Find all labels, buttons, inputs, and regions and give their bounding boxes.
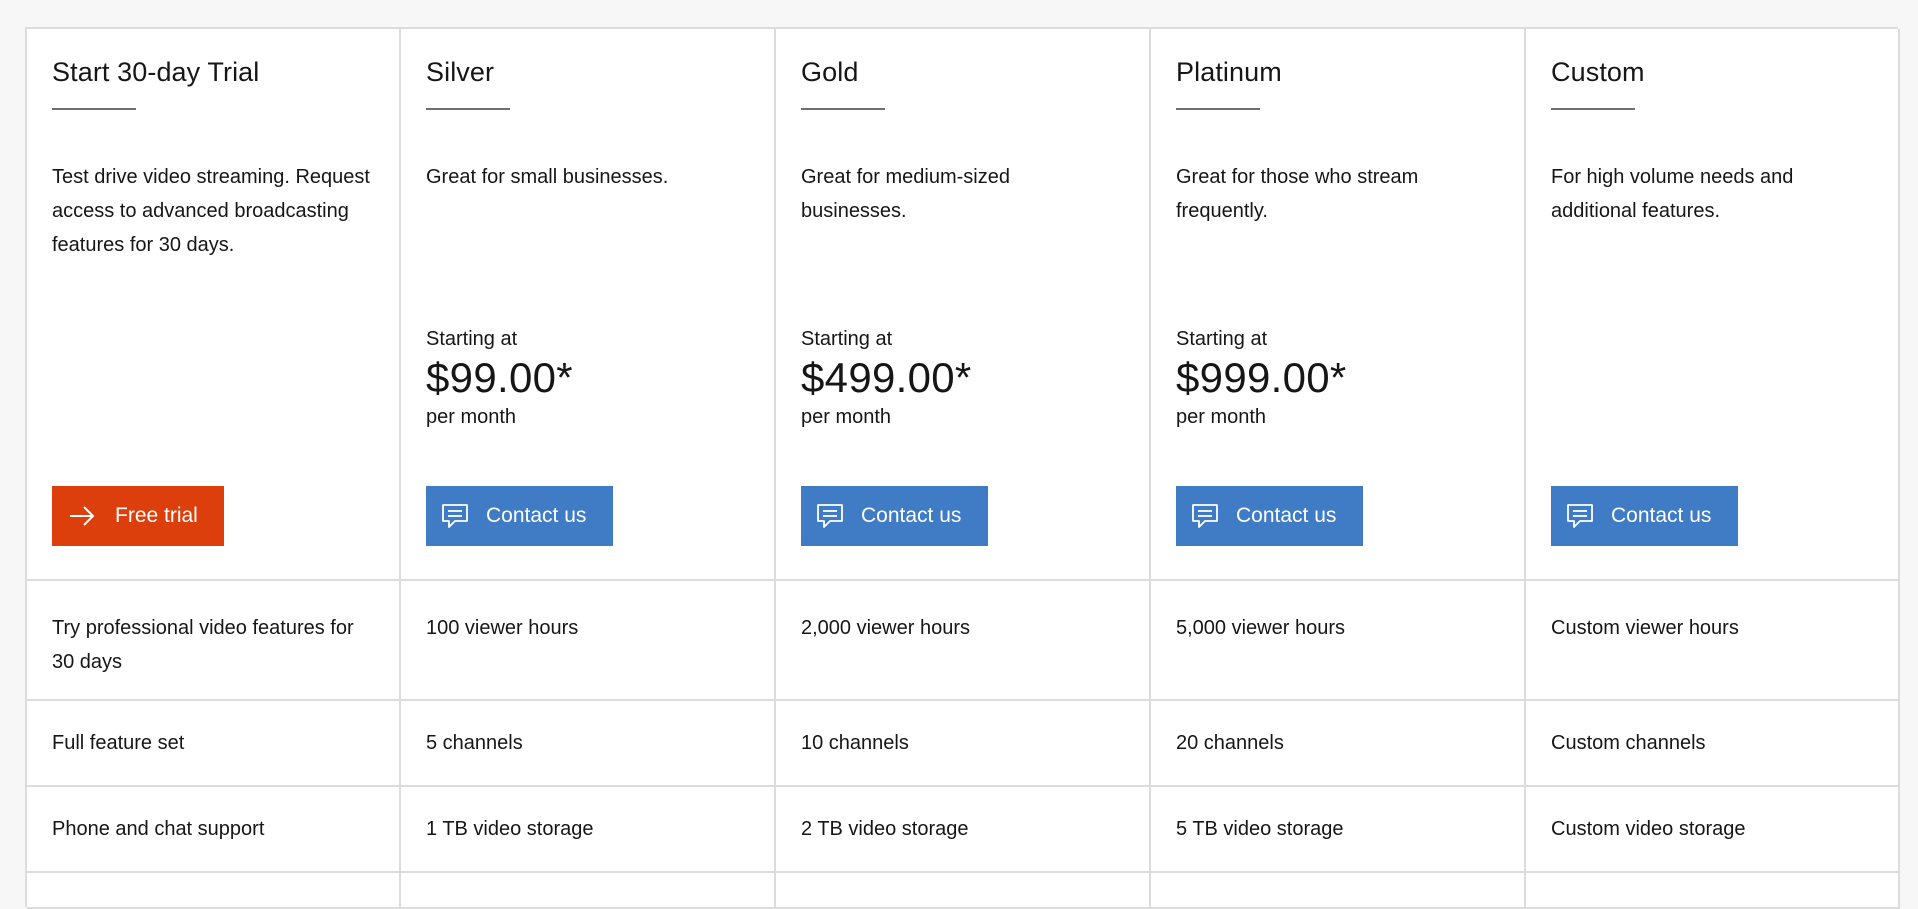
price-block: Starting at $999.00* per month xyxy=(1176,325,1347,431)
feature-cell: 10 channels xyxy=(776,701,1151,787)
feature-cell: 2 TB video storage xyxy=(776,787,1151,873)
plan-description: Great for medium-sized businesses. xyxy=(801,166,1010,222)
feature-cell: 5 TB video storage xyxy=(1151,787,1526,873)
feature-cell: 5 channels xyxy=(401,701,776,787)
plan-card-gold: Gold Great for medium-sized businesses. … xyxy=(776,29,1151,581)
feature-cell xyxy=(27,873,401,909)
chat-icon xyxy=(1566,502,1594,530)
price-block: Starting at $499.00* per month xyxy=(801,325,972,431)
starting-at-label: Starting at xyxy=(1176,328,1268,350)
feature-cell xyxy=(1526,873,1900,909)
price-block: Starting at $99.00* per month xyxy=(426,325,573,431)
plan-card-platinum: Platinum Great for those who stream freq… xyxy=(1151,29,1526,581)
contact-us-label: Contact us xyxy=(1611,504,1712,527)
title-divider xyxy=(52,108,136,110)
title-divider xyxy=(1551,108,1635,110)
plan-title: Start 30-day Trial xyxy=(52,57,260,87)
starting-at-label: Starting at xyxy=(426,328,518,350)
plan-description: For high volume needs and additional fea… xyxy=(1551,166,1794,222)
plan-price: $499.00* xyxy=(801,354,972,401)
plan-title: Silver xyxy=(426,57,495,87)
plan-card-custom: Custom For high volume needs and additio… xyxy=(1526,29,1900,581)
plan-price: $99.00* xyxy=(426,354,573,401)
title-divider xyxy=(1176,108,1260,110)
plan-title: Custom xyxy=(1551,57,1645,87)
plan-description: Great for those who stream frequently. xyxy=(1176,166,1419,222)
feature-cell xyxy=(1151,873,1526,909)
feature-cell xyxy=(401,873,776,909)
contact-us-label: Contact us xyxy=(486,504,587,527)
plan-card-silver: Silver Great for small businesses. Start… xyxy=(401,29,776,581)
pricing-table: Start 30-day Trial Test drive video stre… xyxy=(25,27,1900,909)
title-divider xyxy=(426,108,510,110)
plan-price: $999.00* xyxy=(1176,354,1347,401)
billing-period: per month xyxy=(801,406,892,428)
contact-us-label: Contact us xyxy=(1236,504,1337,527)
feature-cell: 20 channels xyxy=(1151,701,1526,787)
plan-title: Gold xyxy=(801,57,859,87)
feature-cell: Custom video storage xyxy=(1526,787,1900,873)
free-trial-label: Free trial xyxy=(115,504,198,527)
contact-us-button[interactable]: Contact us xyxy=(1176,486,1363,546)
chat-icon xyxy=(1191,502,1219,530)
plan-title: Platinum xyxy=(1176,57,1282,87)
plan-description: Great for small businesses. xyxy=(426,166,669,188)
starting-at-label: Starting at xyxy=(801,328,893,350)
chat-icon xyxy=(441,502,469,530)
chat-icon xyxy=(816,502,844,530)
plan-card-trial: Start 30-day Trial Test drive video stre… xyxy=(27,29,401,581)
feature-cell: Phone and chat support xyxy=(27,787,401,873)
contact-us-label: Contact us xyxy=(861,504,962,527)
contact-us-button[interactable]: Contact us xyxy=(426,486,613,546)
feature-cell: 5,000 viewer hours xyxy=(1151,581,1526,701)
contact-us-button[interactable]: Contact us xyxy=(801,486,988,546)
contact-us-button[interactable]: Contact us xyxy=(1551,486,1738,546)
feature-cell: Custom viewer hours xyxy=(1526,581,1900,701)
feature-cell: 1 TB video storage xyxy=(401,787,776,873)
feature-cell: Try professional video features for 30 d… xyxy=(27,581,401,701)
feature-cell: Full feature set xyxy=(27,701,401,787)
title-divider xyxy=(801,108,885,110)
feature-cell: Custom channels xyxy=(1526,701,1900,787)
free-trial-button[interactable]: Free trial xyxy=(52,486,224,546)
arrow-right-icon xyxy=(68,502,96,530)
billing-period: per month xyxy=(426,406,517,428)
plan-description: Test drive video streaming. Request acce… xyxy=(52,166,370,256)
feature-cell: 100 viewer hours xyxy=(401,581,776,701)
billing-period: per month xyxy=(1176,406,1267,428)
feature-cell: 2,000 viewer hours xyxy=(776,581,1151,701)
feature-cell xyxy=(776,873,1151,909)
